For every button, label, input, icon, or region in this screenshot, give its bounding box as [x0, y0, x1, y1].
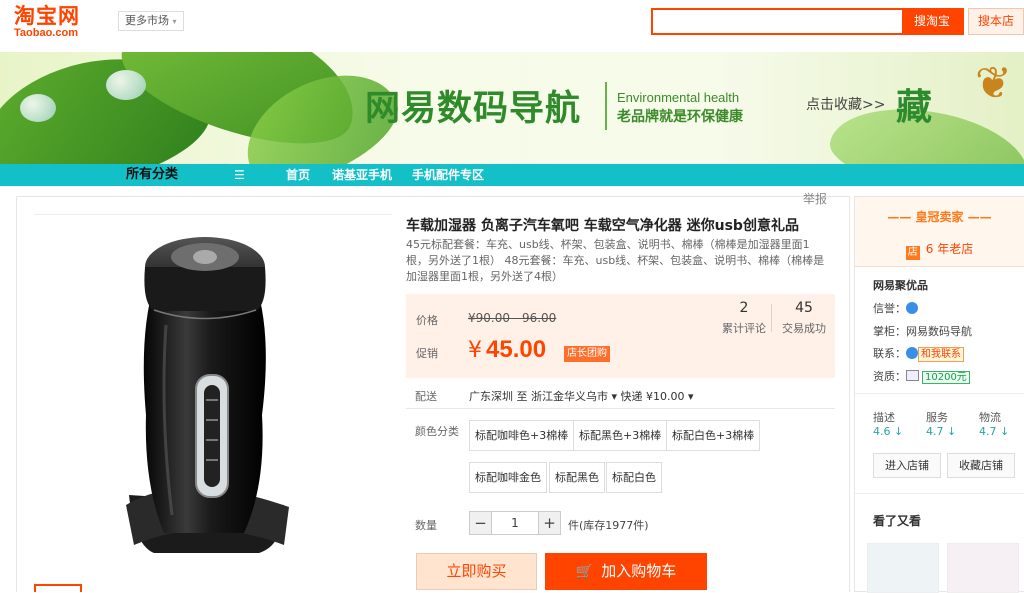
color-option[interactable]: 标配白色 — [606, 462, 662, 493]
banner-favorite-link[interactable]: 点击收藏>> — [806, 94, 885, 114]
promo-price: 45.00 — [486, 336, 547, 363]
shop-nav: 所有分类 ☰ 首页 诺基亚手机 手机配件专区 — [0, 164, 1024, 186]
section-divider — [406, 408, 835, 409]
buy-now-button[interactable]: 立即购买 — [416, 553, 537, 590]
chevron-down-icon: ▾ — [172, 17, 177, 26]
add-to-cart-label: 加入购物车 — [601, 562, 677, 580]
seller-panel: —— 皇冠卖家 —— 店 6 年老店 网易聚优品 信誉： 掌柜：网易数码导航 联系… — [854, 196, 1024, 593]
original-price: ¥90.00 - 96.00 — [468, 311, 557, 325]
qualification-row: 资质： 10200元 — [873, 368, 970, 384]
shipping-label: 配送 — [415, 390, 437, 403]
nav-item-accessories[interactable]: 手机配件专区 — [412, 164, 484, 186]
report-link[interactable]: 举报 — [803, 190, 827, 207]
review-count[interactable]: 2 — [714, 300, 774, 316]
sidebar-divider — [855, 393, 1024, 394]
reputation-icon[interactable] — [906, 302, 918, 314]
product-thumbnail[interactable] — [34, 584, 82, 592]
butterfly-icon: ❦ — [975, 58, 1012, 109]
search-taobao-button[interactable]: 搜淘宝 — [902, 10, 962, 33]
id-card-icon[interactable] — [906, 370, 919, 381]
logo-text-en: Taobao.com — [14, 27, 78, 39]
logo-text-cn: 淘宝网 — [14, 4, 80, 28]
shop-age: 店 6 年老店 — [855, 240, 1024, 260]
score-service-value: 4.7 ↓ — [926, 425, 957, 438]
recommended-item[interactable] — [947, 543, 1019, 593]
more-markets-label: 更多市场 — [125, 14, 169, 27]
quantity-label: 数量 — [415, 519, 437, 532]
search-store-button[interactable]: 搜本店 — [968, 8, 1024, 35]
reputation-label: 信誉： — [873, 302, 906, 315]
color-label: 颜色分类 — [415, 425, 459, 438]
add-to-cart-button[interactable]: 🛒 加入购物车 — [545, 553, 707, 590]
product-title: 车载加湿器 负离子汽车氧吧 车载空气净化器 迷你usb创意礼品 — [406, 218, 799, 234]
banner-title: 网易数码导航 — [365, 89, 582, 129]
quantity-input[interactable]: 1 — [492, 511, 538, 535]
water-drop-decoration — [20, 94, 56, 122]
score-logistics-label: 物流 — [979, 411, 1001, 424]
price-label: 价格 — [416, 314, 438, 327]
color-option[interactable]: 标配咖啡色+3棉棒 — [469, 420, 575, 451]
keeper-label: 掌柜： — [873, 325, 906, 338]
banner-divider — [605, 82, 607, 130]
contact-label: 联系： — [873, 347, 906, 360]
see-also-heading: 看了又看 — [873, 514, 922, 528]
contact-me-button[interactable]: 和我联系 — [918, 347, 964, 362]
search-box: 搜淘宝 — [651, 8, 964, 35]
shop-age-text: 6 年老店 — [925, 242, 974, 256]
shop-banner: 网易数码导航 Environmental health 老品牌就是环保健康 点击… — [0, 52, 1024, 164]
promo-currency: ¥ — [468, 338, 482, 363]
keeper-name[interactable]: 网易数码导航 — [906, 325, 972, 338]
banner-subtitle-en: Environmental health — [617, 90, 740, 105]
top-bar: 淘宝网 Taobao.com 更多市场 ▾ 搜淘宝 搜本店 — [0, 0, 1024, 46]
deposit-badge[interactable]: 10200元 — [922, 371, 970, 384]
banner-slogan: 老品牌就是环保健康 — [617, 109, 743, 125]
promo-label: 促销 — [416, 347, 438, 360]
shop-name[interactable]: 网易聚优品 — [873, 277, 928, 293]
sales-count-label: 交易成功 — [782, 322, 826, 335]
more-markets-dropdown[interactable]: 更多市场 ▾ — [118, 11, 184, 31]
keeper-row: 掌柜：网易数码导航 — [873, 323, 972, 339]
price-box: 价格 ¥90.00 - 96.00 促销 ¥ 45.00 店长团购 2 累计评论… — [406, 294, 835, 378]
menu-list-icon[interactable]: ☰ — [234, 164, 245, 186]
shop-icon: 店 — [905, 246, 920, 260]
stock-info: 件(库存1977件) — [568, 519, 649, 532]
color-option[interactable]: 标配黑色 — [549, 462, 605, 493]
search-input[interactable] — [653, 10, 903, 33]
sidebar-divider — [855, 493, 1024, 494]
nav-item-nokia[interactable]: 诺基亚手机 — [332, 164, 392, 186]
enter-store-button[interactable]: 进入店铺 — [873, 453, 941, 478]
taobao-logo[interactable]: 淘宝网 Taobao.com — [14, 5, 104, 41]
color-option[interactable]: 标配黑色+3棉棒 — [573, 420, 668, 451]
color-option[interactable]: 标配白色+3棉棒 — [666, 420, 761, 451]
score-service-label: 服务 — [926, 411, 948, 424]
recommended-item[interactable] — [867, 543, 939, 593]
score-logistics-value: 4.7 ↓ — [979, 425, 1010, 438]
product-image[interactable] — [34, 214, 392, 570]
stat-divider — [771, 304, 772, 332]
quantity-plus-button[interactable]: + — [538, 511, 561, 535]
promo-tag[interactable]: 店长团购 — [564, 346, 610, 362]
nav-item-home[interactable]: 首页 — [286, 164, 310, 186]
chat-icon[interactable] — [906, 347, 918, 359]
water-drop-decoration — [106, 70, 146, 100]
shipping-selector[interactable]: 广东深圳 至 浙江金华义乌市 ▾ 快递 ¥10.00 ▾ — [469, 388, 694, 404]
nav-all-categories[interactable]: 所有分类 — [126, 164, 178, 186]
banner-favorite-char[interactable]: 藏 — [896, 78, 932, 130]
contact-row: 联系： 和我联系 — [873, 345, 964, 362]
reputation-row: 信誉： — [873, 300, 918, 316]
sales-count[interactable]: 45 — [774, 300, 834, 316]
seller-header: —— 皇冠卖家 —— 店 6 年老店 — [855, 197, 1024, 267]
qualification-label: 资质： — [873, 370, 906, 383]
cart-icon: 🛒 — [575, 564, 594, 580]
score-description-label: 描述 — [873, 411, 895, 424]
color-option[interactable]: 标配咖啡金色 — [469, 462, 547, 493]
humidifier-image — [126, 237, 289, 553]
quantity-minus-button[interactable]: − — [469, 511, 492, 535]
crown-seller-badge: —— 皇冠卖家 —— — [887, 210, 992, 224]
product-description: 45元标配套餐：车充、usb线、杯架、包装盒、说明书、棉棒（棉棒是加湿器里面1根… — [406, 238, 825, 283]
score-description-value: 4.6 ↓ — [873, 425, 904, 438]
favorite-store-button[interactable]: 收藏店铺 — [947, 453, 1015, 478]
review-count-label: 累计评论 — [722, 322, 766, 335]
